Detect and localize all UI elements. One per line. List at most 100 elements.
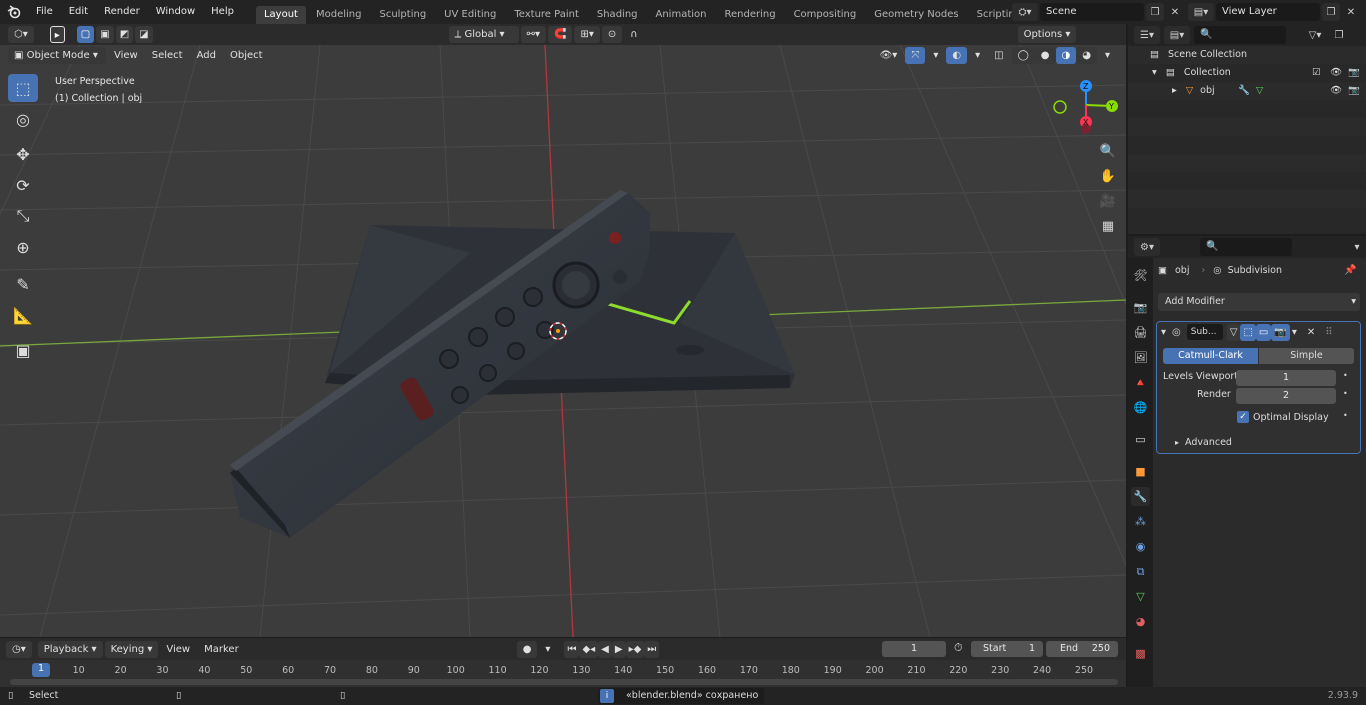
world-tab-icon[interactable]: 🌐 <box>1131 398 1150 417</box>
render-tab-icon[interactable]: 📷 <box>1131 298 1150 317</box>
constraints-tab-icon[interactable]: ⧉ <box>1131 562 1150 581</box>
panel-collapse-icon[interactable]: ▾ <box>1161 327 1166 338</box>
keyframe-dot-icon[interactable]: • <box>1343 371 1348 380</box>
properties-search-input[interactable]: 🔍 <box>1200 238 1292 256</box>
tool-tab-icon[interactable]: 🛠 <box>1131 266 1150 285</box>
object-mode-dropdown[interactable]: ▣ Object Mode ▾ <box>8 46 106 64</box>
outliner-search-input[interactable]: 🔍 <box>1194 26 1286 44</box>
jump-keyframe-back-icon[interactable]: ◆◂ <box>579 640 599 658</box>
gizmo-dropdown-icon[interactable]: ▾ <box>927 47 944 64</box>
particles-tab-icon[interactable]: ⁂ <box>1131 512 1150 531</box>
obj-eye-icon[interactable]: 👁 <box>1330 82 1342 100</box>
perspective-grid-icon[interactable]: ▦ <box>1097 215 1119 237</box>
new-view-layer-icon[interactable]: ❐ <box>1322 3 1340 21</box>
camera-view-icon[interactable]: 🎥 <box>1097 190 1119 212</box>
new-collection-icon[interactable]: ❐ <box>1330 26 1348 44</box>
current-frame-field[interactable]: 1 <box>882 641 946 657</box>
options-dropdown[interactable]: Options ▾ <box>1017 25 1077 43</box>
select-box-tool[interactable]: ⬚ <box>8 74 38 102</box>
collection-tab-icon[interactable]: ▭ <box>1131 430 1150 449</box>
snap-icon[interactable]: 🧲 <box>548 25 573 43</box>
collection-eye-icon[interactable]: 👁 <box>1330 64 1342 82</box>
menu-edit[interactable]: Edit <box>61 0 96 24</box>
edit-mode-icon[interactable]: ⬚ <box>1240 323 1256 341</box>
view-layer-name-field[interactable]: View Layer <box>1216 3 1320 21</box>
tab-shading[interactable]: Shading <box>589 6 646 24</box>
stopwatch-icon[interactable]: ⏱ <box>954 641 963 655</box>
render-levels-field[interactable]: 2 <box>1236 388 1336 404</box>
realtime-icon[interactable]: ▭ <box>1255 323 1272 341</box>
scene-icon[interactable]: ⛭▾ <box>1012 3 1038 21</box>
menu-add[interactable]: Add <box>191 47 222 64</box>
select-new-icon[interactable]: ▢ <box>76 25 95 43</box>
optimal-display-row[interactable]: ✓ Optimal Display <box>1237 411 1329 423</box>
overlays-toggle-icon[interactable]: ◐ <box>946 46 968 64</box>
annotate-tool[interactable]: ✎ <box>8 270 38 298</box>
add-modifier-dropdown[interactable]: Add Modifier ▾ <box>1158 293 1360 311</box>
tab-texture-paint[interactable]: Texture Paint <box>506 6 587 24</box>
material-tab-icon[interactable]: ◕ <box>1131 612 1150 631</box>
collection-camera-icon[interactable]: 📷 <box>1348 64 1360 82</box>
pan-hand-icon[interactable]: ✋ <box>1097 165 1119 187</box>
end-frame-field[interactable]: End 250 <box>1046 641 1118 657</box>
scene-name-field[interactable]: Scene <box>1040 3 1144 21</box>
modifier-menu-icon[interactable]: ▾ <box>1292 327 1297 338</box>
cursor-tool[interactable]: ◎ <box>8 105 38 133</box>
menu-object[interactable]: Object <box>224 47 269 64</box>
remove-modifier-icon[interactable]: ✕ <box>1307 327 1315 338</box>
menu-select[interactable]: Select <box>146 47 189 64</box>
menu-window[interactable]: Window <box>148 0 203 24</box>
play-icon[interactable]: ▶ <box>611 640 626 658</box>
shading-solid-icon[interactable]: ● <box>1034 46 1056 64</box>
collection-expand-icon[interactable]: ▾ <box>1152 67 1157 78</box>
start-frame-field[interactable]: Start 1 <box>971 641 1043 657</box>
tab-animation[interactable]: Animation <box>648 6 715 24</box>
display-mode-icon[interactable]: ▤▾ <box>1164 26 1190 44</box>
scale-tool[interactable]: ⤡ <box>8 202 38 230</box>
jump-start-icon[interactable]: ⏮ <box>564 640 580 658</box>
simple-button[interactable]: Simple <box>1259 348 1354 364</box>
tab-compositing[interactable]: Compositing <box>786 6 865 24</box>
outliner-row-obj[interactable]: ▸ ▽ obj 🔧 ▽ 👁 📷 <box>1128 82 1366 100</box>
shading-material-icon[interactable]: ◑ <box>1055 46 1077 64</box>
outliner-row-scene-collection[interactable]: ▤ Scene Collection <box>1128 46 1366 64</box>
drag-handle-icon[interactable]: ⠿ <box>1325 327 1332 338</box>
scene-tab-icon[interactable]: 🔺 <box>1131 373 1150 392</box>
select-extend-icon[interactable]: ▣ <box>96 25 114 43</box>
modifier-name-field[interactable]: Sub... <box>1186 324 1223 340</box>
render-toggle-icon[interactable]: 📷 <box>1271 323 1290 341</box>
timeline-editor-type-icon[interactable]: ◷▾ <box>6 640 32 658</box>
add-cube-tool[interactable]: ▣ <box>8 336 38 364</box>
falloff-icon[interactable]: ∩ <box>624 26 643 43</box>
new-scene-icon[interactable]: ❐ <box>1146 3 1164 21</box>
measure-tool[interactable]: 📐 <box>8 301 38 329</box>
pin-icon[interactable]: 📌 <box>1344 265 1356 276</box>
timeline-menu-marker[interactable]: Marker <box>198 641 245 658</box>
shading-rendered-icon[interactable]: ◕ <box>1076 46 1097 64</box>
menu-file[interactable]: File <box>28 0 61 24</box>
transform-tool[interactable]: ⊕ <box>8 233 38 261</box>
shading-dropdown-icon[interactable]: ▾ <box>1099 47 1116 64</box>
timeline-menu-view[interactable]: View <box>160 641 196 658</box>
play-reverse-icon[interactable]: ◀ <box>598 640 612 658</box>
collection-checkbox-icon[interactable]: ☑ <box>1312 64 1321 82</box>
advanced-subpanel[interactable]: ▸ Advanced <box>1175 437 1232 448</box>
view-layer-tab-icon[interactable]: 🖼 <box>1131 348 1150 367</box>
tab-modeling[interactable]: Modeling <box>308 6 370 24</box>
blender-logo-icon[interactable] <box>0 0 28 24</box>
keying-dropdown[interactable]: Keying ▾ <box>104 640 159 658</box>
modifier-tab-icon[interactable]: 🔧 <box>1131 487 1150 506</box>
levels-viewport-field[interactable]: 1 <box>1236 370 1336 386</box>
select-intersect-icon[interactable]: ◪ <box>135 25 153 43</box>
xray-icon[interactable]: ◫ <box>988 47 1009 64</box>
playback-dropdown[interactable]: Playback ▾ <box>37 640 103 658</box>
select-subtract-icon[interactable]: ◩ <box>115 25 134 43</box>
pivot-point-icon[interactable]: ⚯▾ <box>520 25 546 43</box>
overlays-dropdown-icon[interactable]: ▾ <box>969 47 986 64</box>
proportional-edit-icon[interactable]: ⊙ <box>601 25 623 43</box>
filter-icon[interactable]: ▽▾ <box>1302 26 1328 44</box>
object-tab-icon[interactable]: ■ <box>1131 462 1150 481</box>
menu-help[interactable]: Help <box>203 0 242 24</box>
keying-set-icon[interactable]: ▾ <box>539 641 556 658</box>
snap-target-icon[interactable]: ⊞▾ <box>574 25 600 43</box>
